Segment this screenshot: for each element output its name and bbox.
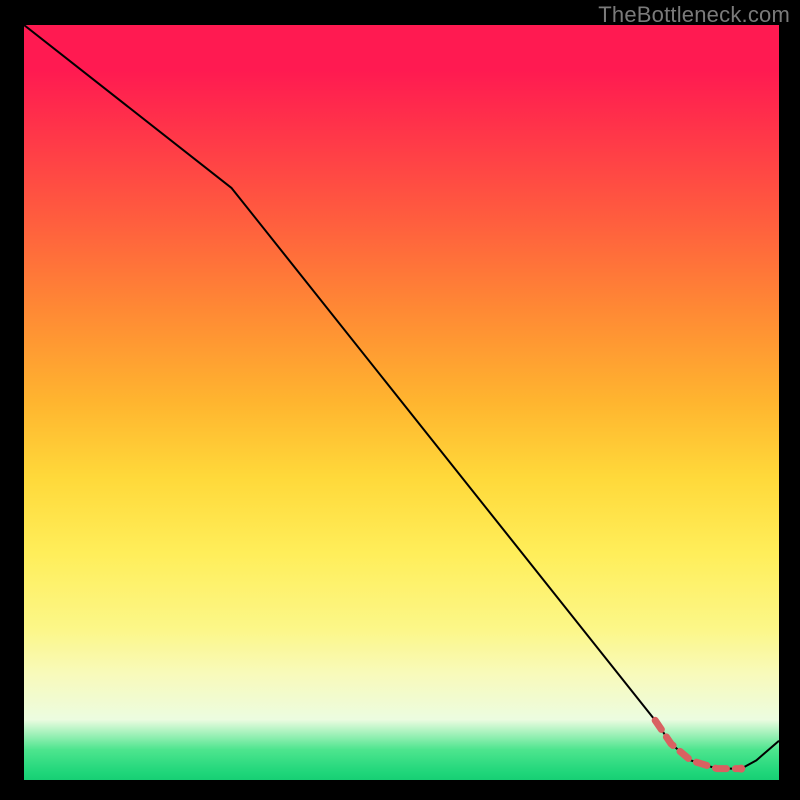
series-optimal-segment bbox=[655, 720, 741, 768]
series-bottleneck-curve bbox=[24, 25, 779, 769]
chart-frame: TheBottleneck.com bbox=[0, 0, 800, 800]
chart-overlay bbox=[24, 25, 779, 780]
marker-end-marker bbox=[737, 765, 745, 773]
watermark-text: TheBottleneck.com bbox=[598, 2, 790, 28]
